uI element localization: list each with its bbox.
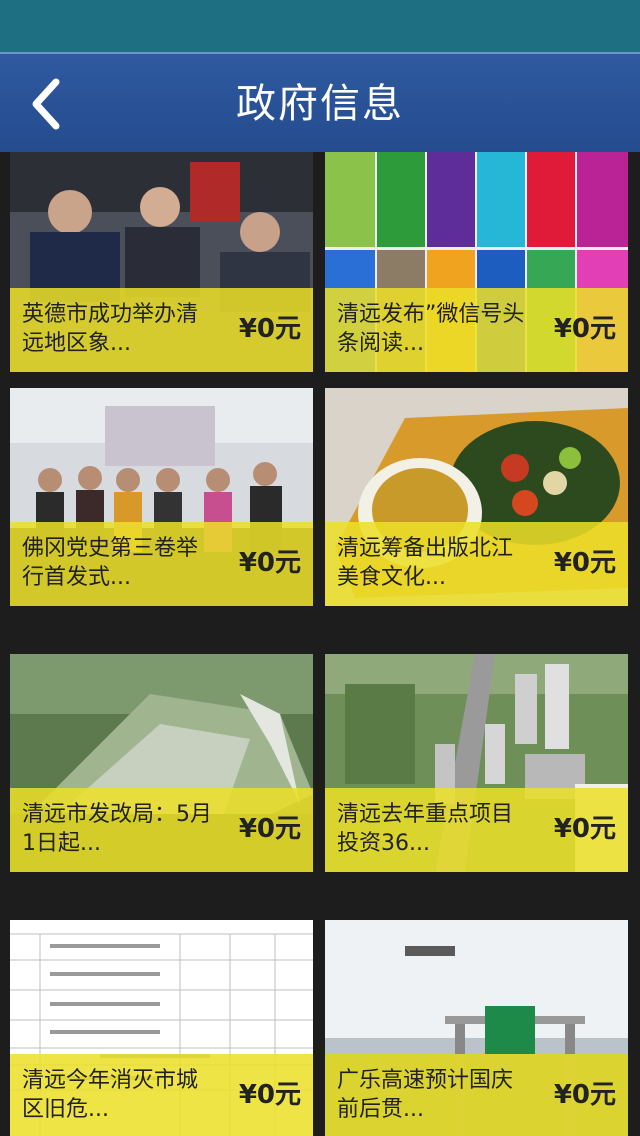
news-grid: 英德市成功举办清远地区象... ¥0元 清远发布”微信号头条阅读... ¥0元 …	[0, 152, 640, 1136]
card-caption: 清远筹备出版北江美食文化... ¥0元	[325, 522, 628, 606]
card-title: 清远去年重点项目投资36...	[337, 802, 514, 856]
card-title: 佛冈党史第三卷举行首发式...	[22, 536, 199, 590]
page-title: 政府信息	[236, 81, 404, 127]
news-card[interactable]: 广乐高速预计国庆前后贯... ¥0元	[325, 920, 628, 1136]
card-title: 清远筹备出版北江美食文化...	[337, 536, 514, 590]
card-title: 清远发布”微信号头条阅读...	[337, 302, 525, 356]
card-caption: 清远市发改局：5月1日起... ¥0元	[10, 788, 313, 872]
news-card[interactable]: 清远去年重点项目投资36... ¥0元	[325, 654, 628, 872]
news-card[interactable]: 英德市成功举办清远地区象... ¥0元	[10, 152, 313, 372]
news-card[interactable]: 清远筹备出版北江美食文化... ¥0元	[325, 388, 628, 606]
news-card[interactable]: 佛冈党史第三卷举行首发式... ¥0元	[10, 388, 313, 606]
status-bar	[0, 0, 640, 52]
card-price: ¥0元	[553, 814, 616, 844]
card-title: 英德市成功举办清远地区象...	[22, 302, 199, 356]
card-title: 广乐高速预计国庆前后贯...	[337, 1068, 514, 1122]
card-price: ¥0元	[553, 548, 616, 578]
app-header: 政府信息	[0, 52, 640, 152]
card-price: ¥0元	[238, 814, 301, 844]
card-caption: 清远发布”微信号头条阅读... ¥0元	[325, 288, 628, 372]
card-price: ¥0元	[238, 314, 301, 344]
card-caption: 佛冈党史第三卷举行首发式... ¥0元	[10, 522, 313, 606]
card-price: ¥0元	[238, 548, 301, 578]
card-caption: 广乐高速预计国庆前后贯... ¥0元	[325, 1054, 628, 1136]
card-price: ¥0元	[238, 1080, 301, 1110]
card-price: ¥0元	[553, 1080, 616, 1110]
card-caption: 清远今年消灭市城区旧危... ¥0元	[10, 1054, 313, 1136]
news-card[interactable]: 清远市发改局：5月1日起... ¥0元	[10, 654, 313, 872]
card-title: 清远今年消灭市城区旧危...	[22, 1068, 199, 1122]
news-card[interactable]: 清远今年消灭市城区旧危... ¥0元	[10, 920, 313, 1136]
news-card[interactable]: 清远发布”微信号头条阅读... ¥0元	[325, 152, 628, 372]
card-caption: 清远去年重点项目投资36... ¥0元	[325, 788, 628, 872]
card-price: ¥0元	[553, 314, 616, 344]
card-caption: 英德市成功举办清远地区象... ¥0元	[10, 288, 313, 372]
card-title: 清远市发改局：5月1日起...	[22, 802, 212, 856]
